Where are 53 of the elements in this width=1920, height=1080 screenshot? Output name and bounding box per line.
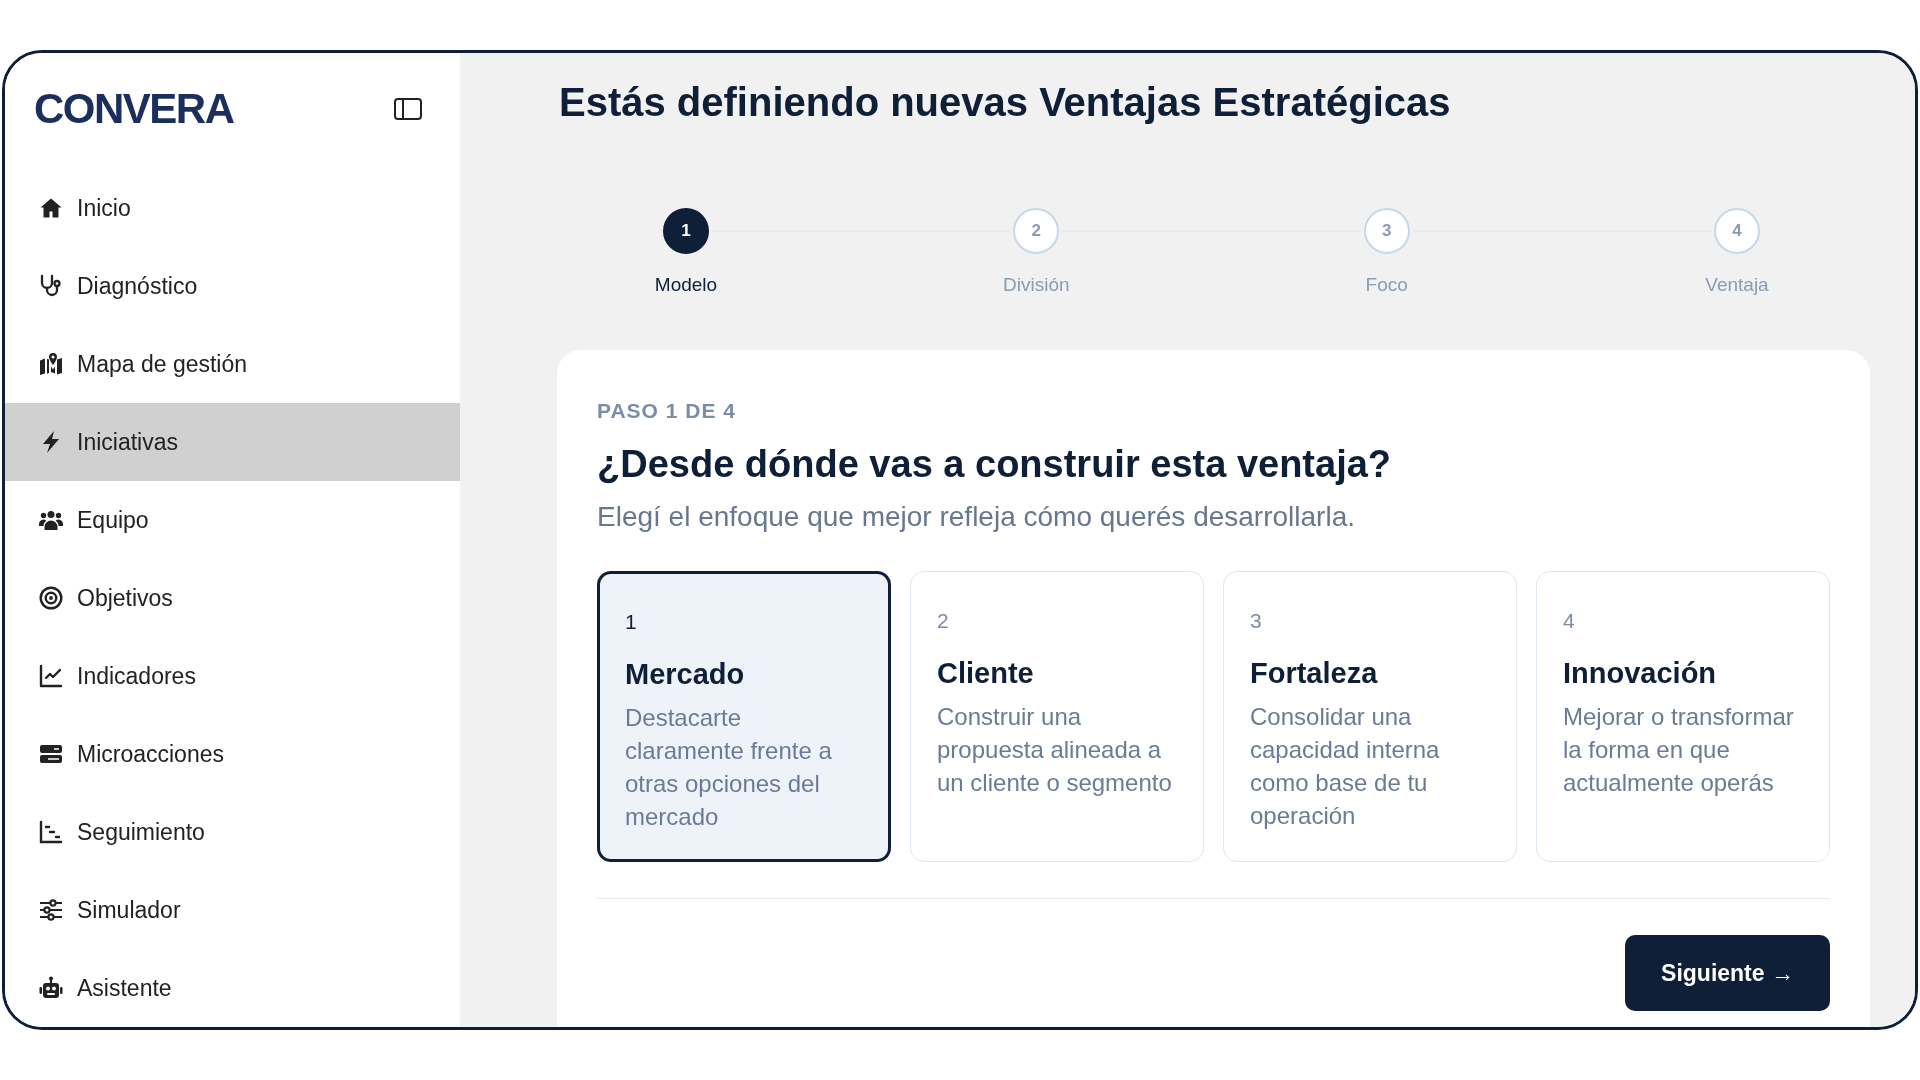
step-circle: 4 (1714, 208, 1760, 254)
sidebar-toggle-button[interactable] (394, 98, 422, 120)
sidebar-item[interactable]: Mapa de gestión (5, 325, 460, 403)
option-card[interactable]: 4 Innovación Mejorar o transformar la forma en que actualmente operás (1536, 571, 1830, 862)
map-pin-icon (39, 352, 63, 376)
option-description: Construir una propuesta alineada a un cliente o segmento (937, 702, 1173, 798)
sidebar-item[interactable]: Inicio (5, 169, 460, 247)
panel-icon (394, 98, 422, 120)
stethoscope-icon (39, 274, 63, 298)
option-title: Cliente (937, 656, 1034, 691)
stacked-bars-icon (39, 742, 63, 766)
step-circle: 1 (663, 208, 709, 254)
step-chart-icon (39, 820, 63, 844)
option-number: 2 (937, 609, 949, 633)
robot-icon (39, 976, 63, 1000)
option-card[interactable]: 1 Mercado Destacarte claramente frente a otras opciones del mercado (597, 571, 891, 862)
home-icon (39, 196, 63, 220)
sidebar-item[interactable]: Objetivos (5, 559, 460, 637)
users-icon (39, 508, 63, 532)
line-chart-icon (39, 664, 63, 688)
step-label: Modelo (654, 274, 718, 296)
option-title: Fortaleza (1250, 656, 1378, 691)
option-number: 3 (1250, 609, 1262, 633)
option-card[interactable]: 3 Fortaleza Consolidar una capacidad interna como base de tu operación (1223, 571, 1517, 862)
step-circle: 2 (1013, 208, 1060, 254)
step-label: Ventaja (1705, 274, 1769, 296)
option-number: 4 (1563, 609, 1575, 633)
option-number: 1 (625, 610, 637, 634)
step-circle: 3 (1363, 208, 1410, 254)
option-description: Destacarte claramente frente a otras opciones del mercado (625, 703, 833, 832)
sliders-icon (39, 898, 63, 922)
question-heading: ¿Desde dónde vas a construir esta ventaja? (597, 442, 1392, 487)
option-description: Consolidar una capacidad interna como base de tu operación (1250, 702, 1441, 831)
option-title: Mercado (625, 657, 745, 692)
step-label: Foco (1365, 274, 1408, 296)
sidebar-item[interactable]: Simulador (5, 871, 460, 949)
page-title: Estás definiendo nuevas Ventajas Estratégicas (558, 79, 1452, 126)
sidebar-item[interactable]: Iniciativas (5, 403, 460, 481)
step-counter: PASO 1 DE 4 (597, 398, 736, 424)
target-icon (39, 586, 63, 610)
question-hint: Elegí el enfoque que mejor refleja cómo querés desarrollarla. (597, 501, 1355, 533)
sidebar-item[interactable]: Diagnóstico (5, 247, 460, 325)
sidebar-item[interactable]: Indicadores (5, 637, 460, 715)
option-title: Innovación (1563, 656, 1717, 691)
logo-text: CONVERA (34, 88, 234, 130)
sidebar-item[interactable]: Equipo (5, 481, 460, 559)
sidebar-item[interactable]: Asistente (5, 949, 460, 1027)
sidebar-item[interactable]: Microacciones (5, 715, 460, 793)
option-card[interactable]: 2 Cliente Construir una propuesta alineada a un cliente o segmento (910, 571, 1204, 862)
next-button[interactable]: Siguiente → (1625, 935, 1830, 1011)
sidebar-item[interactable]: Seguimiento (5, 793, 460, 871)
option-description: Mejorar o transformar la forma en que actualmente operás (1563, 702, 1795, 798)
step-label: División (1003, 274, 1070, 296)
